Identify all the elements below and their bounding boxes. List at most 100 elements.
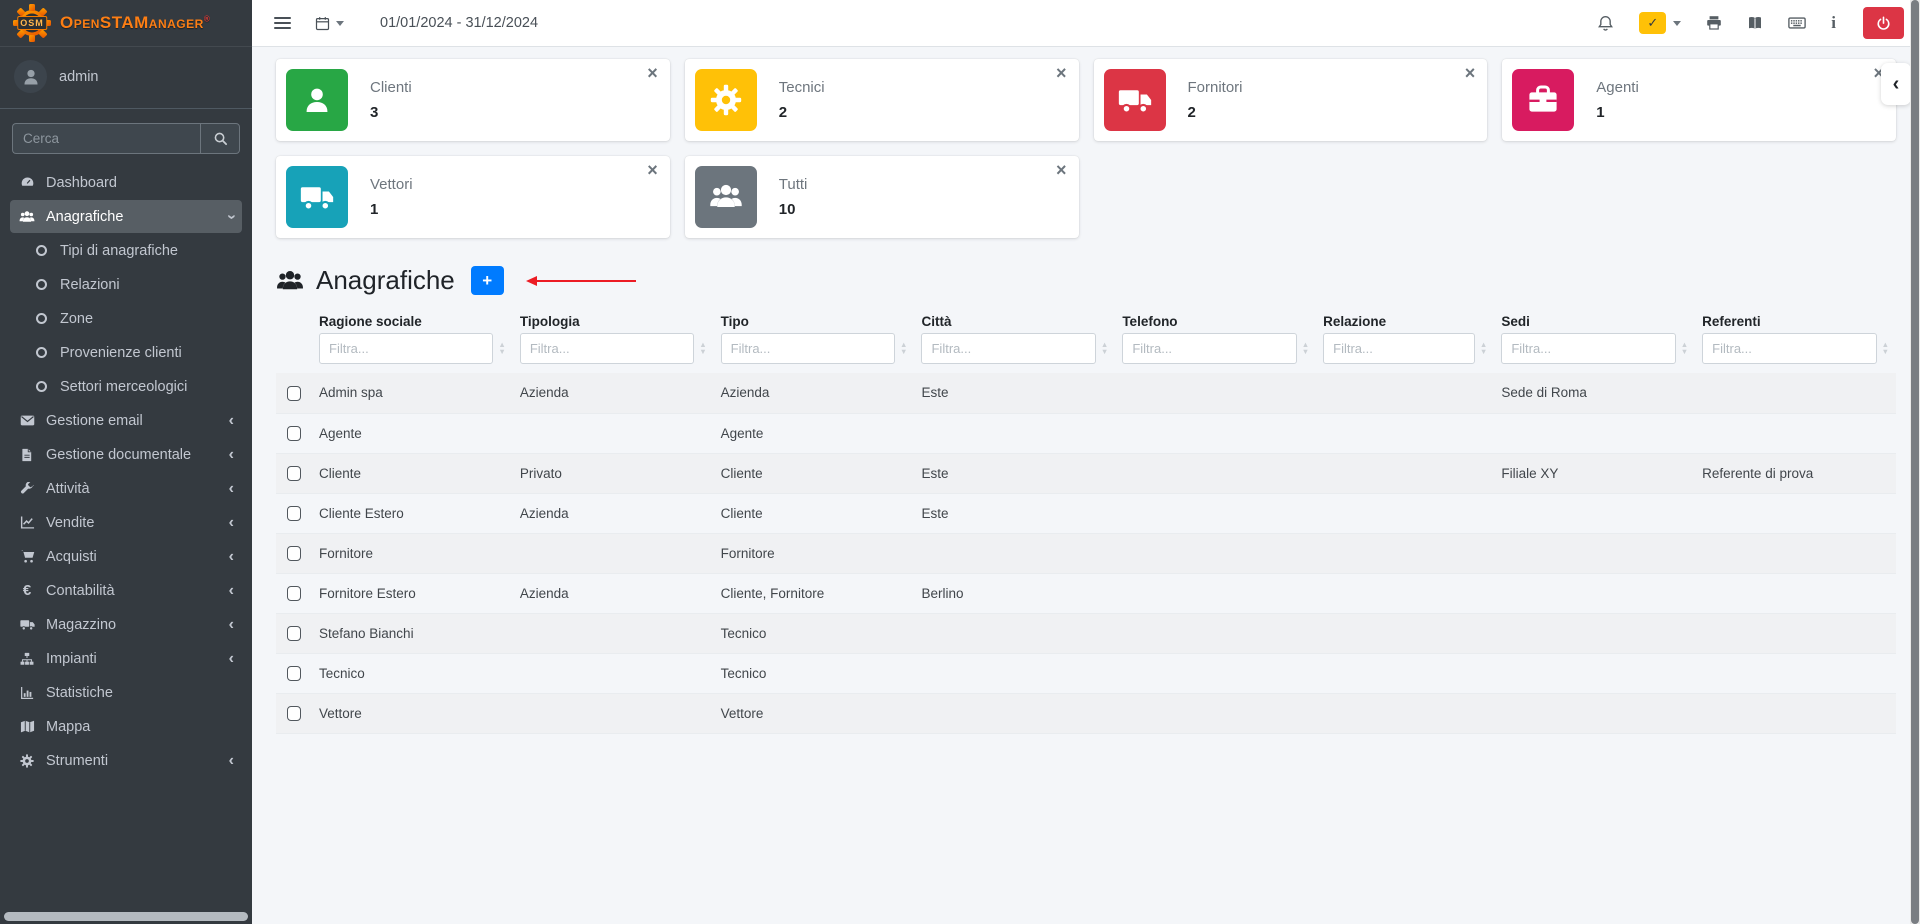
table-row[interactable]: TecnicoTecnico — [276, 653, 1896, 693]
column-header[interactable]: Tipo — [714, 312, 915, 333]
search-button[interactable] — [200, 123, 240, 154]
vertical-scrollbar[interactable] — [1910, 0, 1920, 924]
stat-card-clienti[interactable]: Clienti3 × — [276, 59, 670, 141]
sidebar-item-gestione-documentale[interactable]: Gestione documentale ‹ — [10, 438, 242, 471]
row-checkbox[interactable] — [287, 626, 301, 641]
sidebar-item-mappa[interactable]: Mappa — [10, 710, 242, 743]
sidebar-item-label: Statistiche — [46, 685, 113, 701]
column-header[interactable]: Ragione sociale — [312, 312, 513, 333]
hamburger-menu-button[interactable] — [274, 17, 291, 29]
scrollbar-thumb[interactable] — [1911, 0, 1919, 924]
sidebar-item-settori-merceologici[interactable]: Settori merceologici — [10, 370, 242, 403]
sidebar-item-anagrafiche[interactable]: Anagrafiche ‹ — [10, 200, 242, 233]
logout-button[interactable] — [1863, 7, 1904, 39]
sidebar-item-strumenti[interactable]: Strumenti ‹ — [10, 744, 242, 777]
check-badge[interactable]: ✓ — [1639, 12, 1666, 34]
cell: Cliente — [714, 493, 915, 533]
info-button[interactable]: i — [1831, 13, 1836, 33]
table-row[interactable]: VettoreVettore — [276, 693, 1896, 733]
sidebar-item-impianti[interactable]: Impianti ‹ — [10, 642, 242, 675]
filter-input-citta[interactable] — [921, 333, 1095, 364]
row-checkbox[interactable] — [287, 706, 301, 721]
table-row[interactable]: Cliente EsteroAziendaClienteEste — [276, 493, 1896, 533]
search-input[interactable] — [12, 123, 200, 154]
shortcuts-button[interactable] — [1788, 14, 1806, 32]
sort-icon[interactable]: ▲▼ — [900, 342, 907, 355]
sort-icon[interactable]: ▲▼ — [1302, 342, 1309, 355]
stat-card-tecnici[interactable]: Tecnici2 × — [685, 59, 1079, 141]
row-checkbox[interactable] — [287, 666, 301, 681]
sidebar-item-magazzino[interactable]: Magazzino ‹ — [10, 608, 242, 641]
date-range-label[interactable]: 01/01/2024 - 31/12/2024 — [370, 10, 548, 36]
status-check-dropdown[interactable]: ✓ — [1639, 12, 1681, 34]
panel-collapse-button[interactable]: ‹ — [1881, 63, 1911, 105]
sidebar-item-zone[interactable]: Zone — [10, 302, 242, 335]
filter-input-referenti[interactable] — [1702, 333, 1876, 364]
column-header[interactable]: Città — [914, 312, 1115, 333]
table-row[interactable]: ClientePrivatoClienteEsteFiliale XYRefer… — [276, 453, 1896, 493]
column-header[interactable]: Sedi — [1494, 312, 1695, 333]
table-row[interactable]: Stefano BianchiTecnico — [276, 613, 1896, 653]
add-record-button[interactable]: + — [471, 266, 504, 295]
sidebar-horizontal-scrollbar[interactable] — [4, 912, 248, 921]
close-icon[interactable]: × — [1465, 64, 1476, 82]
cell — [1494, 653, 1695, 693]
sitemap-icon — [18, 652, 36, 666]
stat-card-fornitori[interactable]: Fornitori2 × — [1094, 59, 1488, 141]
sidebar-item-dashboard[interactable]: Dashboard — [10, 166, 242, 199]
brand[interactable]: OSM OpenSTAManager® — [0, 0, 252, 47]
sidebar-item-tipi-di-anagrafiche[interactable]: Tipi di anagrafiche — [10, 234, 242, 267]
column-header[interactable]: Telefono — [1115, 312, 1316, 333]
filter-input-tipologia[interactable] — [520, 333, 694, 364]
row-checkbox[interactable] — [287, 546, 301, 561]
column-header[interactable]: Referenti — [1695, 312, 1896, 333]
cell — [1115, 413, 1316, 453]
row-checkbox[interactable] — [287, 426, 301, 441]
sidebar-item-attivita[interactable]: Attività ‹ — [10, 472, 242, 505]
calendar-dropdown-button[interactable] — [315, 16, 344, 31]
sort-icon[interactable]: ▲▼ — [1681, 342, 1688, 355]
tutti-card-icon — [695, 166, 757, 228]
row-checkbox[interactable] — [287, 466, 301, 481]
stat-card-agenti[interactable]: Agenti1 × — [1502, 59, 1896, 141]
table-row[interactable]: AgenteAgente — [276, 413, 1896, 453]
docs-button[interactable] — [1747, 15, 1763, 31]
sidebar-item-statistiche[interactable]: Statistiche — [10, 676, 242, 709]
print-button[interactable] — [1706, 15, 1722, 31]
sidebar-item-relazioni[interactable]: Relazioni — [10, 268, 242, 301]
filter-input-ragione-sociale[interactable] — [319, 333, 493, 364]
table-row[interactable]: Admin spaAziendaAziendaEsteSede di Roma — [276, 373, 1896, 413]
stat-card-tutti[interactable]: Tutti10 × — [685, 156, 1079, 238]
sort-icon[interactable]: ▲▼ — [1101, 342, 1108, 355]
notifications-bell-button[interactable] — [1597, 15, 1614, 32]
sidebar-item-contabilita[interactable]: € Contabilità ‹ — [10, 574, 242, 607]
close-icon[interactable]: × — [1056, 64, 1067, 82]
stat-card-vettori[interactable]: Vettori1 × — [276, 156, 670, 238]
sidebar-item-vendite[interactable]: Vendite ‹ — [10, 506, 242, 539]
person-icon — [301, 84, 333, 116]
sort-icon[interactable]: ▲▼ — [1882, 342, 1889, 355]
table-row[interactable]: Fornitore EsteroAziendaCliente, Fornitor… — [276, 573, 1896, 613]
column-header[interactable]: Tipologia — [513, 312, 714, 333]
sidebar-item-label: Relazioni — [60, 277, 120, 293]
close-icon[interactable]: × — [647, 161, 658, 179]
row-checkbox[interactable] — [287, 506, 301, 521]
row-checkbox[interactable] — [287, 386, 301, 401]
filter-input-telefono[interactable] — [1122, 333, 1296, 364]
sidebar-item-acquisti[interactable]: Acquisti ‹ — [10, 540, 242, 573]
sort-icon[interactable]: ▲▼ — [1480, 342, 1487, 355]
sidebar-item-provenienze-clienti[interactable]: Provenienze clienti — [10, 336, 242, 369]
cell: Cliente — [714, 453, 915, 493]
close-icon[interactable]: × — [647, 64, 658, 82]
sidebar-item-gestione-email[interactable]: Gestione email ‹ — [10, 404, 242, 437]
row-checkbox[interactable] — [287, 586, 301, 601]
filter-input-tipo[interactable] — [721, 333, 895, 364]
filter-input-relazione[interactable] — [1323, 333, 1475, 364]
sort-icon[interactable]: ▲▼ — [498, 342, 505, 355]
sort-icon[interactable]: ▲▼ — [699, 342, 706, 355]
close-icon[interactable]: × — [1056, 161, 1067, 179]
clienti-card-icon — [286, 69, 348, 131]
filter-input-sedi[interactable] — [1501, 333, 1675, 364]
table-row[interactable]: FornitoreFornitore — [276, 533, 1896, 573]
column-header[interactable]: Relazione — [1316, 312, 1494, 333]
